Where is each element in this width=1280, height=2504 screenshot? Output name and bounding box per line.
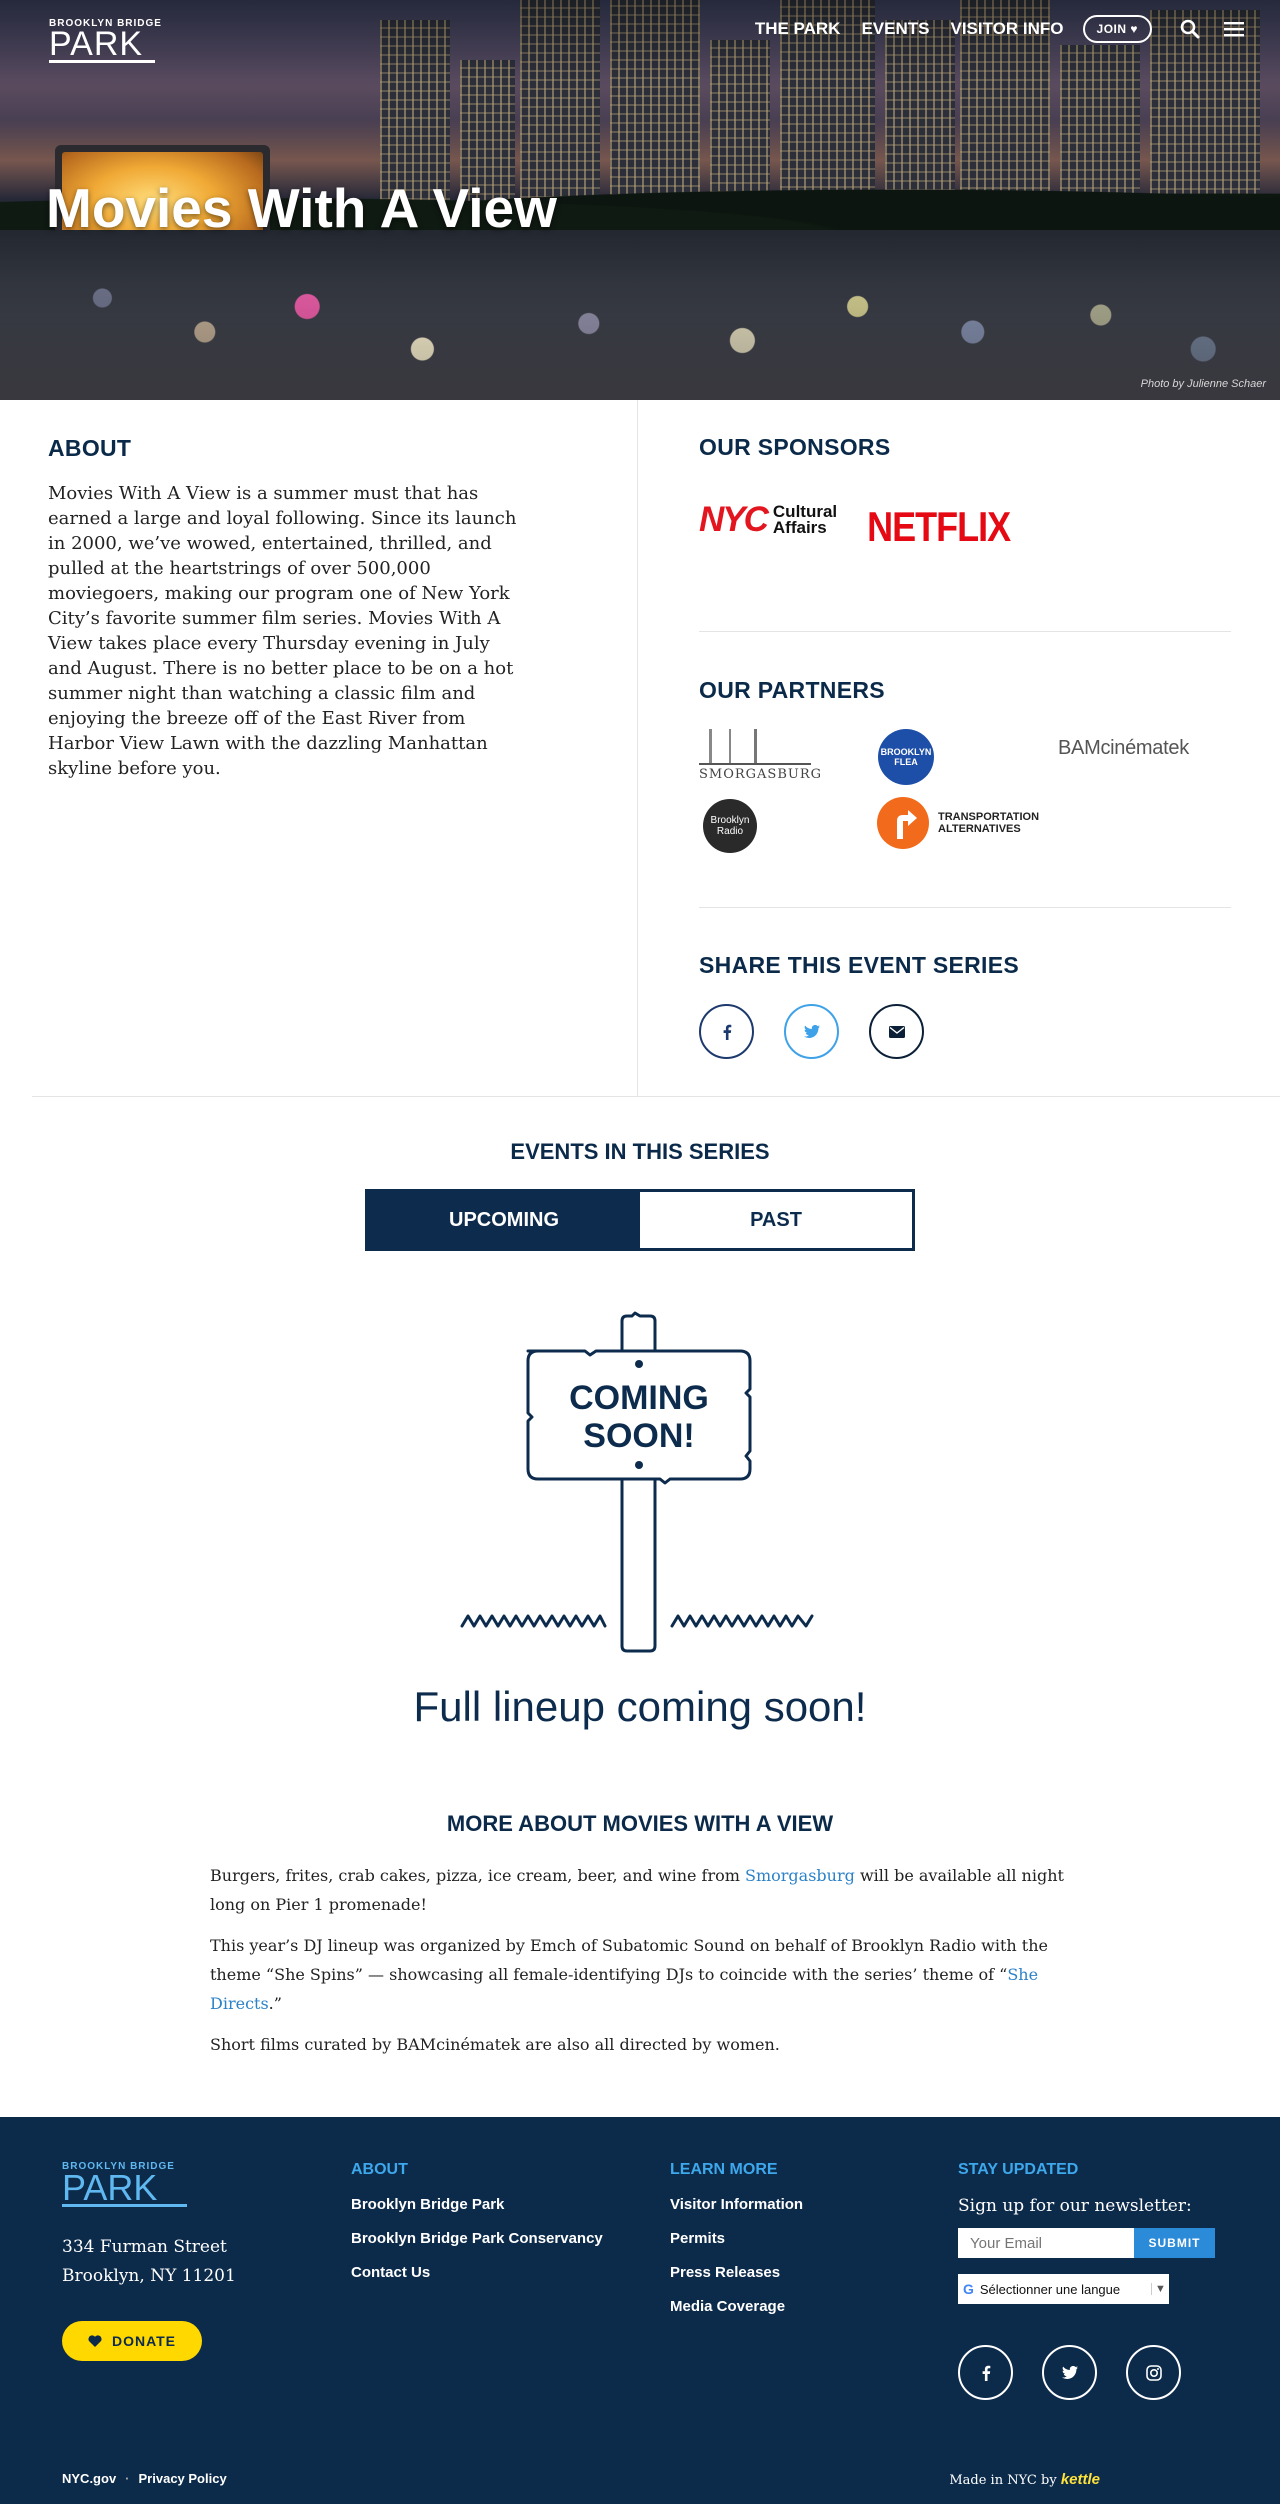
made-in-nyc: Made in NYC by kettle (949, 2471, 1100, 2488)
share-email-button[interactable] (869, 1004, 924, 1059)
lineup-message: Full lineup coming soon! (413, 1683, 867, 1730)
more-about-heading: MORE ABOUT MOVIES WITH A VIEW (446, 1811, 834, 1836)
more-about-section: MORE ABOUT MOVIES WITH A VIEW Burgers, f… (210, 1811, 1070, 2117)
footer-stay-column: STAY UPDATED Sign up for our newsletter:… (958, 2161, 1215, 2304)
footer-instagram-button[interactable] (1126, 2345, 1181, 2400)
share-heading: SHARE THIS EVENT SERIES (699, 952, 1020, 978)
sponsors-block: OUR SPONSORS NYC Cultural Affairs NETFLIX (699, 434, 1231, 632)
footer-about-column: ABOUT Brooklyn Bridge Park Brooklyn Brid… (351, 2161, 603, 2298)
more-paragraph-2: This year’s DJ lineup was organized by E… (210, 1936, 1048, 2013)
language-select[interactable]: G Sélectionner une langue ▼ (958, 2274, 1169, 2304)
footer-facebook-button[interactable] (958, 2345, 1013, 2400)
netflix-logo[interactable]: NETFLIX (867, 503, 1011, 551)
about-text: Movies With A View is a summer must that… (48, 483, 517, 779)
footer-stay-heading: STAY UPDATED (958, 2161, 1079, 2178)
facebook-icon (982, 2365, 990, 2381)
page-title: Movies With A View (46, 177, 557, 239)
footer-twitter-button[interactable] (1042, 2345, 1097, 2400)
partners-heading: OUR PARTNERS (699, 677, 885, 703)
events-section: EVENTS IN THIS SERIES UPCOMING PAST COMI… (0, 1097, 1280, 1731)
twitter-icon (1061, 2366, 1078, 2379)
site-logo[interactable]: BROOKLYN BRIDGE PARK (49, 18, 162, 63)
footer-learn-column: LEARN MORE Visitor Information Permits P… (670, 2161, 803, 2332)
footer-about-heading: ABOUT (351, 2161, 408, 2178)
footer-social (958, 2345, 1210, 2400)
heart-icon (88, 2335, 102, 2347)
footer: BROOKLYN BRIDGE PARK 334 Furman Street B… (0, 2117, 1280, 2504)
share-facebook-button[interactable] (699, 1004, 754, 1059)
ta-arrow-icon (877, 797, 929, 849)
sign-line-1: COMING (569, 1379, 709, 1417)
footer-link-press-releases[interactable]: Press Releases (670, 2264, 803, 2281)
photo-credit: Photo by Julienne Schaer (1140, 378, 1266, 390)
chevron-down-icon: ▼ (1151, 2283, 1169, 2295)
submit-button[interactable]: SUBMIT (1134, 2228, 1215, 2258)
sponsors-column: OUR SPONSORS NYC Cultural Affairs NETFLIX… (638, 400, 1280, 1096)
sign-line-2: SOON! (583, 1417, 694, 1455)
more-paragraph-1: Burgers, frites, crab cakes, pizza, ice … (210, 1866, 1064, 1914)
privacy-policy-link[interactable]: Privacy Policy (139, 2471, 227, 2486)
footer-bottom-links: NYC.gov · Privacy Policy (62, 2471, 227, 2486)
donate-button[interactable]: DONATE (62, 2321, 202, 2361)
footer-link-visitor-information[interactable]: Visitor Information (670, 2196, 803, 2213)
smorgasburg-logo[interactable]: SMORGASBURG (699, 729, 821, 782)
footer-logo[interactable]: BROOKLYN BRIDGE PARK (62, 2161, 187, 2207)
newsletter-form: SUBMIT (958, 2228, 1215, 2258)
brooklyn-flea-logo[interactable]: BROOKLYN FLEA (878, 729, 934, 785)
about-column: ABOUT Movies With A View is a summer mus… (32, 400, 638, 1096)
nav-events[interactable]: EVENTS (861, 19, 929, 39)
sponsors-heading: OUR SPONSORS (699, 434, 891, 460)
footer-link-media-coverage[interactable]: Media Coverage (670, 2298, 803, 2315)
nav-the-park[interactable]: THE PARK (755, 19, 841, 39)
menu-icon[interactable] (1222, 17, 1246, 41)
email-field[interactable] (958, 2228, 1134, 2258)
partners-block: OUR PARTNERS SMORGASBURG BROOKLYN FLEA B… (699, 632, 1231, 908)
nyc-gov-link[interactable]: NYC.gov (62, 2471, 116, 2486)
nyc-cultural-affairs-logo[interactable]: NYC Cultural Affairs (699, 500, 837, 540)
footer-address: 334 Furman Street Brooklyn, NY 11201 (62, 2237, 236, 2286)
share-twitter-button[interactable] (784, 1004, 839, 1059)
search-icon[interactable] (1178, 17, 1202, 41)
more-paragraph-3: Short films curated by BAMcinématek are … (210, 2035, 780, 2054)
events-heading: EVENTS IN THIS SERIES (510, 1139, 770, 1164)
footer-link-contact-us[interactable]: Contact Us (351, 2264, 603, 2281)
footer-link-conservancy[interactable]: Brooklyn Bridge Park Conservancy (351, 2230, 603, 2247)
join-button[interactable]: JOIN ♥ (1082, 15, 1152, 43)
twitter-icon (803, 1025, 820, 1038)
top-nav: BROOKLYN BRIDGE PARK THE PARK EVENTS VIS… (0, 0, 1280, 70)
tab-upcoming[interactable]: UPCOMING (368, 1192, 640, 1248)
nav-visitor-info[interactable]: VISITOR INFO (950, 19, 1063, 39)
google-icon: G (963, 2281, 974, 2297)
footer-learn-heading: LEARN MORE (670, 2161, 778, 2178)
footer-link-brooklyn-bridge-park[interactable]: Brooklyn Bridge Park (351, 2196, 603, 2213)
hero: BROOKLYN BRIDGE PARK THE PARK EVENTS VIS… (0, 0, 1280, 400)
instagram-icon (1145, 2364, 1162, 2381)
newsletter-lead: Sign up for our newsletter: (958, 2196, 1192, 2216)
smorgasburg-link[interactable]: Smorgasburg (745, 1866, 855, 1885)
bamcinematek-logo[interactable]: BAMcinématek (1058, 737, 1189, 760)
email-icon (888, 1025, 905, 1038)
footer-link-permits[interactable]: Permits (670, 2230, 803, 2247)
events-tabs: UPCOMING PAST (365, 1189, 915, 1251)
kettle-link[interactable]: kettle (1061, 2471, 1100, 2488)
brooklyn-radio-logo[interactable]: Brooklyn Radio (703, 799, 757, 853)
info-section: ABOUT Movies With A View is a summer mus… (32, 400, 1280, 1097)
about-heading: ABOUT (48, 435, 132, 461)
coming-soon-sign-illustration: COMING SOON! (460, 1311, 814, 1653)
transportation-alternatives-logo[interactable]: TRANSPORTATION ALTERNATIVES (877, 797, 1039, 849)
tab-past[interactable]: PAST (640, 1192, 912, 1248)
facebook-icon (723, 1024, 731, 1040)
share-block: SHARE THIS EVENT SERIES (699, 908, 1280, 1059)
